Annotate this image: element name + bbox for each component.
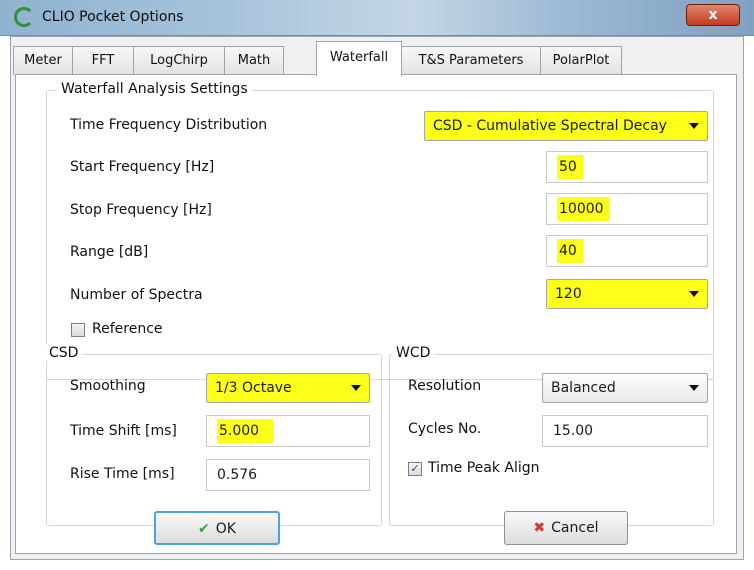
tfd-select-value: CSD - Cumulative Spectral Decay <box>433 118 667 134</box>
cycles-value: 15.00 <box>553 423 594 439</box>
smoothing-label: Smoothing <box>70 378 146 394</box>
range-input[interactable]: 40 <box>546 235 708 267</box>
title-bar: CLIO Pocket Options x <box>0 0 754 36</box>
wcd-group-title: WCD <box>392 345 435 361</box>
ok-label: OK <box>215 521 236 537</box>
stop-frequency-label: Stop Frequency [Hz] <box>70 202 212 218</box>
chevron-down-icon <box>689 385 699 391</box>
resolution-select[interactable]: Balanced <box>542 373 708 403</box>
waterfall-panel: Waterfall Analysis Settings Time Frequen… <box>15 74 737 554</box>
resolution-label: Resolution <box>408 378 482 394</box>
chevron-down-icon <box>689 291 699 297</box>
close-button[interactable]: x <box>686 4 740 26</box>
rise-time-label: Rise Time [ms] <box>70 466 175 482</box>
app-logo-icon <box>14 7 34 27</box>
cancel-label: Cancel <box>551 520 599 536</box>
time-shift-label: Time Shift [ms] <box>70 423 177 439</box>
number-of-spectra-value: 120 <box>555 286 582 302</box>
time-peak-align-label: Time Peak Align <box>428 460 540 476</box>
stop-frequency-value: 10000 <box>557 197 610 221</box>
start-frequency-label: Start Frequency [Hz] <box>70 159 215 175</box>
tab-fft[interactable]: FFT <box>72 46 134 75</box>
tfd-select[interactable]: CSD - Cumulative Spectral Decay <box>424 111 708 141</box>
dialog-frame: Meter FFT LogChirp Math Waterfall T&S Pa… <box>10 36 744 560</box>
smoothing-value: 1/3 Octave <box>215 380 292 396</box>
chevron-down-icon <box>351 385 361 391</box>
time-peak-align-checkbox[interactable]: ✓ <box>408 462 422 476</box>
rise-time-value: 0.576 <box>217 467 258 483</box>
start-frequency-input[interactable]: 50 <box>546 151 708 183</box>
window-title: CLIO Pocket Options <box>42 9 184 25</box>
tab-polarplot[interactable]: PolarPlot <box>540 46 622 75</box>
checkmark-icon: ✔ <box>198 521 210 537</box>
start-frequency-value: 50 <box>557 155 583 179</box>
tfd-label: Time Frequency Distribution <box>70 117 268 133</box>
number-of-spectra-select[interactable]: 120 <box>546 279 708 309</box>
time-shift-input[interactable]: 5.000 <box>206 415 370 447</box>
checkmark-icon: ✓ <box>410 462 420 475</box>
tab-waterfall[interactable]: Waterfall <box>316 41 402 76</box>
ok-button[interactable]: ✔ OK <box>154 511 280 545</box>
tab-logchirp[interactable]: LogChirp <box>133 46 225 75</box>
range-label: Range [dB] <box>70 244 149 260</box>
cancel-button[interactable]: ✖ Cancel <box>504 511 628 545</box>
chevron-down-icon <box>689 123 699 129</box>
range-value: 40 <box>557 239 583 263</box>
resolution-value: Balanced <box>551 380 616 396</box>
reference-label: Reference <box>92 321 163 337</box>
cross-icon: ✖ <box>533 520 546 536</box>
time-shift-value: 5.000 <box>217 419 274 443</box>
cycles-label: Cycles No. <box>408 421 482 437</box>
smoothing-select[interactable]: 1/3 Octave <box>206 373 370 403</box>
waterfall-settings-title: Waterfall Analysis Settings <box>57 81 252 97</box>
number-of-spectra-label: Number of Spectra <box>70 287 203 303</box>
reference-checkbox[interactable] <box>71 323 85 337</box>
rise-time-input[interactable]: 0.576 <box>206 459 370 491</box>
tab-meter[interactable]: Meter <box>13 46 73 75</box>
csd-group-title: CSD <box>45 345 83 361</box>
cycles-input[interactable]: 15.00 <box>542 415 708 447</box>
stop-frequency-input[interactable]: 10000 <box>546 193 708 225</box>
tab-ts-parameters[interactable]: T&S Parameters <box>401 46 541 75</box>
tab-math[interactable]: Math <box>224 46 284 75</box>
